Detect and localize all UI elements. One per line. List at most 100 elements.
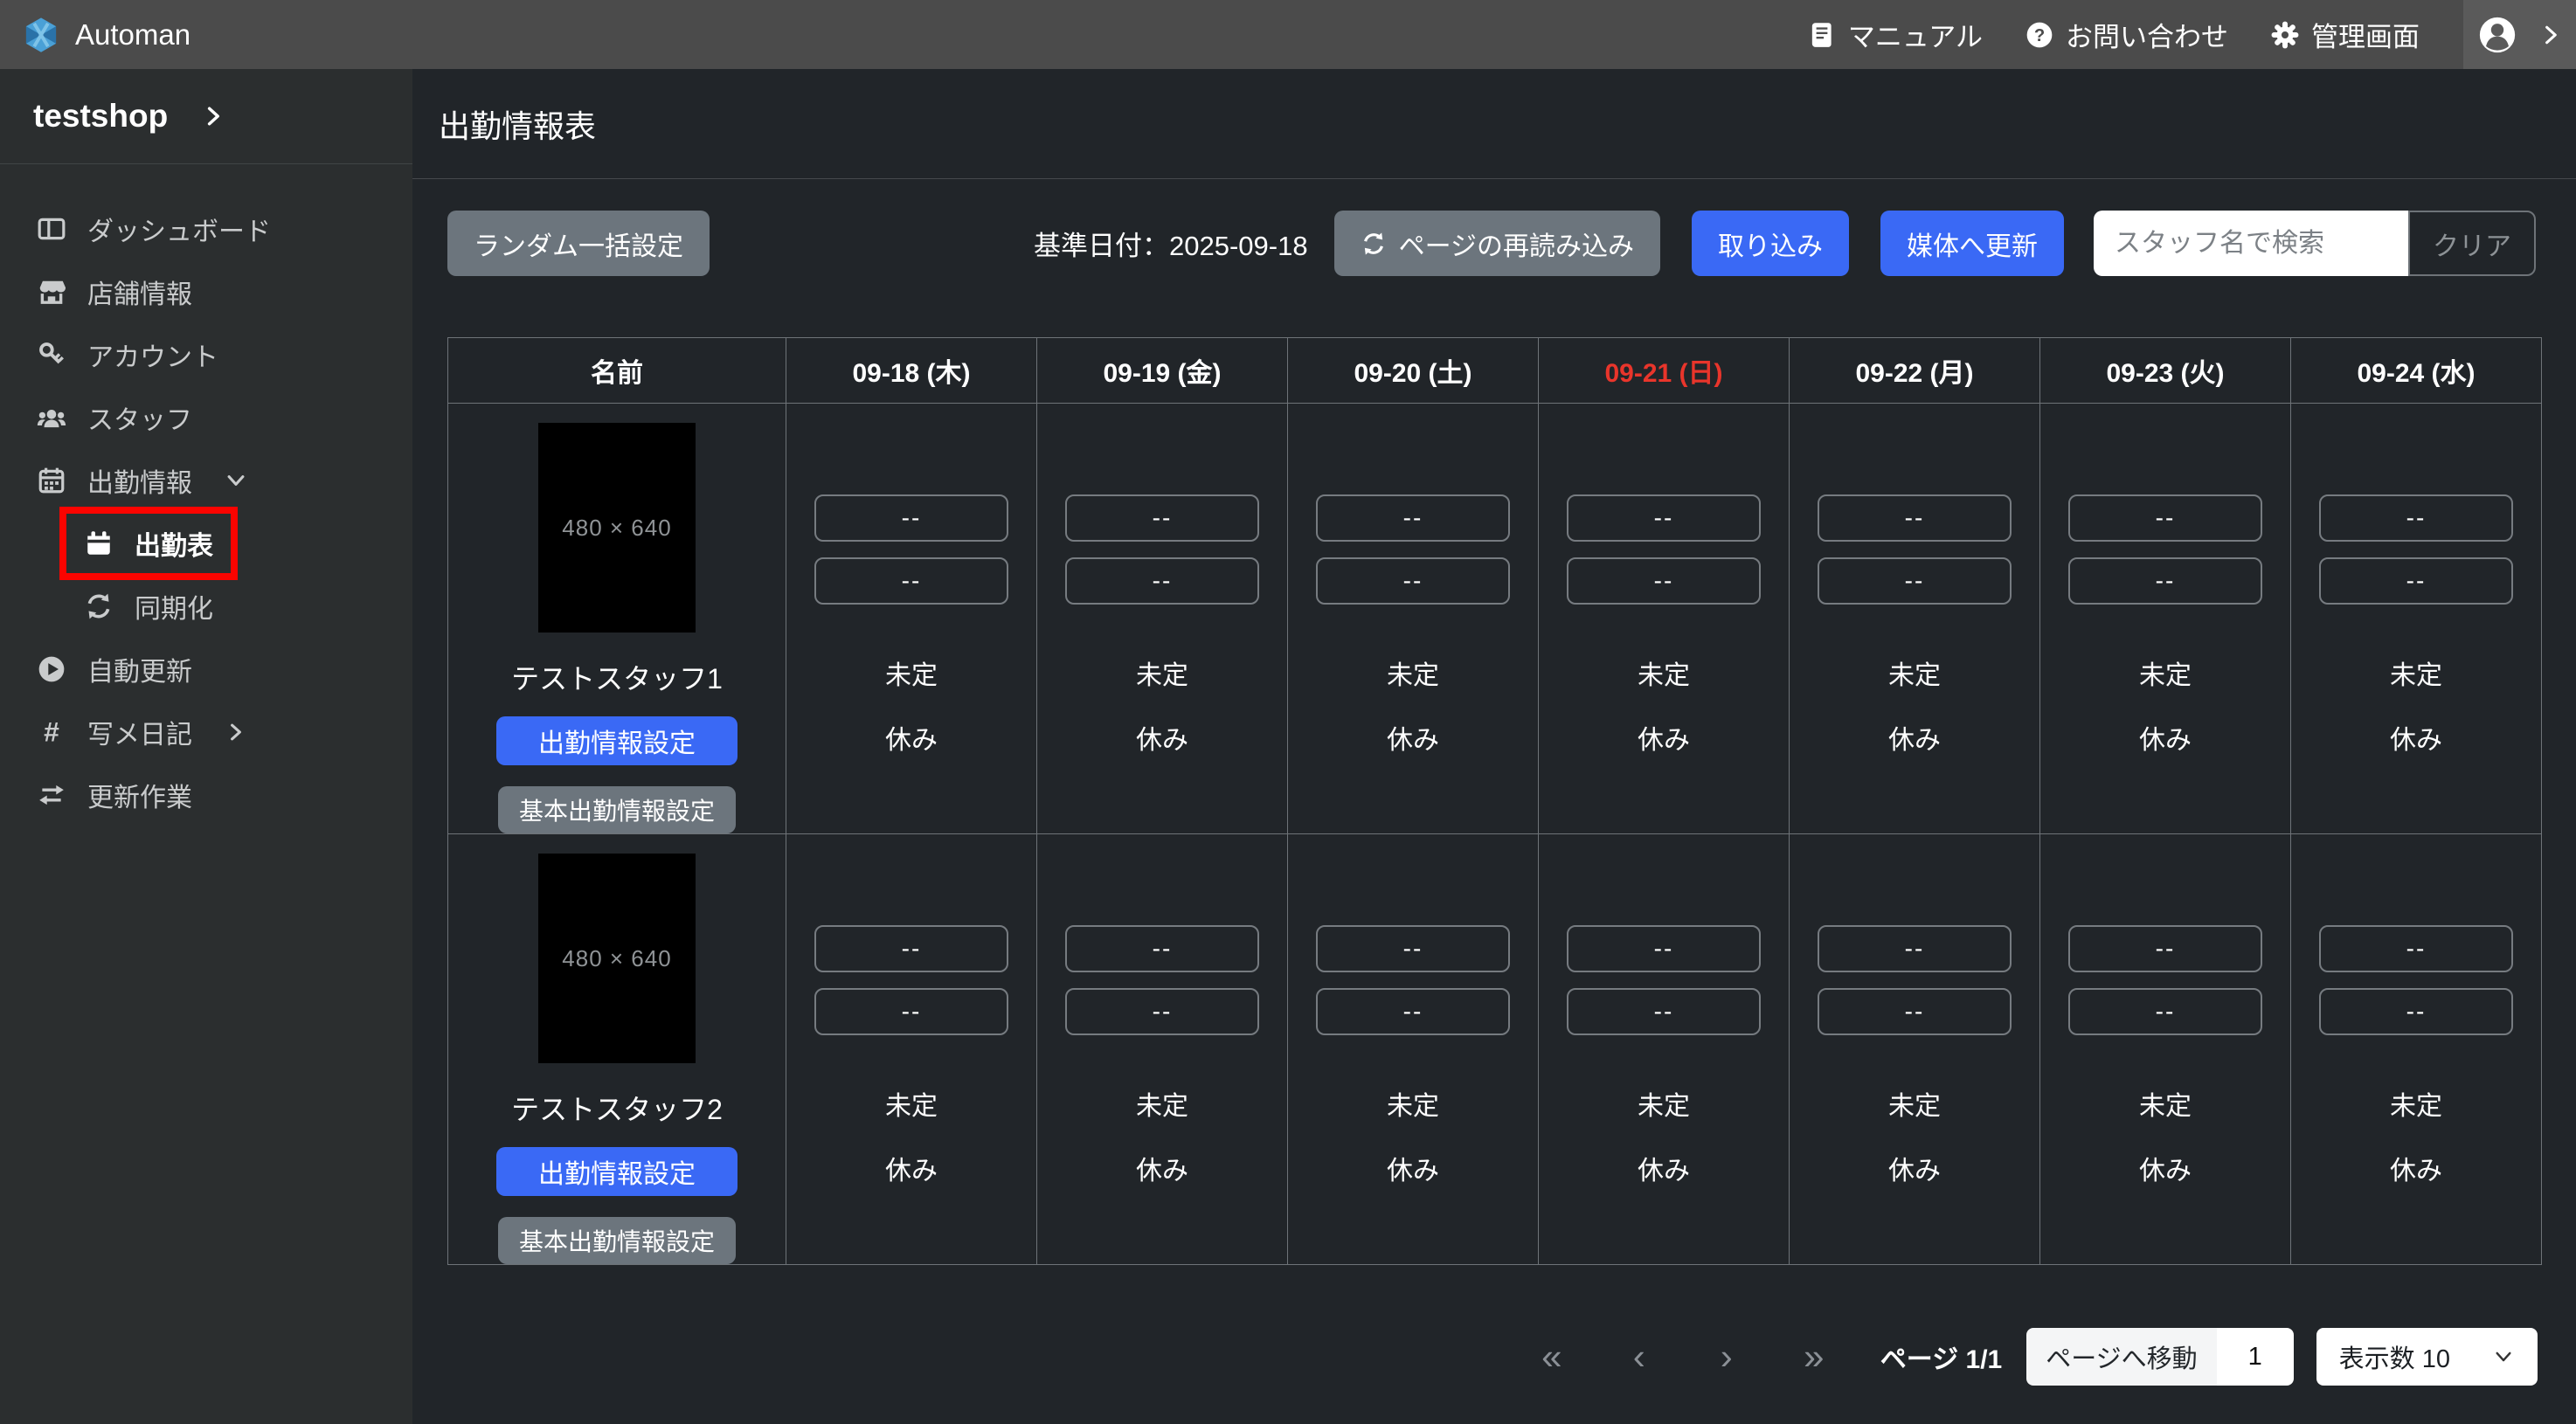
chevron-right-icon — [224, 720, 248, 744]
shift-start-select[interactable]: -- — [1065, 494, 1259, 542]
attendance-setting-button[interactable]: 出勤情報設定 — [496, 1147, 737, 1196]
shift-end-select[interactable]: -- — [1065, 988, 1259, 1035]
base-attendance-setting-button[interactable]: 基本出勤情報設定 — [498, 1217, 736, 1264]
sidebar-item-attendance-table[interactable]: 出勤表 — [0, 512, 412, 575]
next-page-button[interactable]: › — [1683, 1338, 1770, 1375]
exchange-icon — [37, 780, 66, 810]
sidebar-item-auto-update[interactable]: 自動更新 — [0, 638, 412, 701]
day-cell: -- -- 未定 休み — [786, 404, 1036, 833]
base-date-label: 基準日付：2025-09-18 — [1034, 224, 1308, 263]
users-icon — [37, 403, 66, 432]
status-dayoff-label: 休み — [1387, 718, 1439, 757]
shift-end-select[interactable]: -- — [1818, 988, 2012, 1035]
import-button[interactable]: 取り込み — [1692, 211, 1849, 276]
attendance-setting-button[interactable]: 出勤情報設定 — [496, 716, 737, 765]
day-cell: -- -- 未定 休み — [2040, 404, 2290, 833]
sidebar-item-dashboard[interactable]: ダッシュボード — [0, 197, 412, 260]
sidebar-item-shop-info[interactable]: 店舗情報 — [0, 260, 412, 323]
column-header-date-sunday: 09-21 (日) — [1539, 338, 1789, 403]
sidebar-item-sync[interactable]: 同期化 — [0, 575, 412, 638]
day-cell: -- -- 未定 休み — [1288, 834, 1538, 1264]
first-page-button[interactable]: « — [1508, 1338, 1596, 1375]
sidebar-item-update-work[interactable]: 更新作業 — [0, 764, 412, 826]
sidebar-item-staff[interactable]: スタッフ — [0, 386, 412, 449]
staff-cell: 480 × 640 テストスタッフ2 出勤情報設定 基本出勤情報設定 — [448, 834, 786, 1264]
shift-end-select[interactable]: -- — [2319, 557, 2513, 605]
shift-start-select[interactable]: -- — [1818, 494, 2012, 542]
shift-start-select[interactable]: -- — [1567, 494, 1761, 542]
sidebar-item-photo-diary[interactable]: # 写メ日記 — [0, 701, 412, 764]
shift-start-select[interactable]: -- — [814, 925, 1008, 972]
key-icon — [37, 340, 66, 370]
column-header-date: 09-23 (火) — [2040, 338, 2290, 403]
status-dayoff-label: 休み — [1136, 718, 1188, 757]
shop-selector[interactable]: testshop — [0, 69, 412, 164]
shift-start-select[interactable]: -- — [1316, 925, 1510, 972]
page-title: 出勤情報表 — [439, 101, 596, 147]
shift-start-select[interactable]: -- — [814, 494, 1008, 542]
shift-end-select[interactable]: -- — [2068, 988, 2262, 1035]
clear-search-button[interactable]: クリア — [2408, 211, 2536, 276]
day-cell: -- -- 未定 休み — [2291, 834, 2541, 1264]
random-batch-set-button[interactable]: ランダム一括設定 — [447, 211, 710, 276]
brand[interactable]: Automan — [0, 17, 190, 53]
column-header-date: 09-22 (月) — [1790, 338, 2039, 403]
shift-end-select[interactable]: -- — [1316, 557, 1510, 605]
chevron-right-icon[interactable] — [2538, 23, 2563, 47]
page-title-row: 出勤情報表 — [412, 69, 2576, 179]
person-circle-icon[interactable] — [2477, 15, 2517, 55]
shift-start-select[interactable]: -- — [1818, 925, 2012, 972]
shift-start-select[interactable]: -- — [2068, 494, 2262, 542]
prev-page-button[interactable]: ‹ — [1596, 1338, 1683, 1375]
shift-end-select[interactable]: -- — [1065, 557, 1259, 605]
gear-icon — [2270, 20, 2300, 50]
sidebar-item-account[interactable]: アカウント — [0, 323, 412, 386]
shift-end-select[interactable]: -- — [1567, 557, 1761, 605]
active-item-highlight: 出勤表 — [66, 514, 231, 573]
sidebar-item-attendance-info[interactable]: 出勤情報 — [0, 449, 412, 512]
status-undecided-label: 未定 — [885, 653, 938, 692]
page-indicator: ページ 1/1 — [1880, 1338, 2002, 1376]
shift-start-select[interactable]: -- — [2319, 925, 2513, 972]
page-size-select[interactable]: 表示数 10 — [2316, 1328, 2538, 1386]
shift-end-select[interactable]: -- — [814, 988, 1008, 1035]
update-media-button[interactable]: 媒体へ更新 — [1880, 211, 2064, 276]
shift-end-select[interactable]: -- — [814, 557, 1008, 605]
brand-name: Automan — [75, 18, 190, 52]
staff-search-input[interactable] — [2094, 211, 2408, 276]
shift-end-select[interactable]: -- — [1818, 557, 2012, 605]
topbar-link-manual[interactable]: マニュアル — [1807, 15, 1983, 54]
hash-icon: # — [37, 717, 66, 747]
shift-end-select[interactable]: -- — [1316, 988, 1510, 1035]
base-attendance-setting-button[interactable]: 基本出勤情報設定 — [498, 786, 736, 833]
topbar-link-label: マニュアル — [1848, 15, 1983, 54]
shift-start-select[interactable]: -- — [1316, 494, 1510, 542]
shift-start-select[interactable]: -- — [2319, 494, 2513, 542]
book-icon — [1807, 20, 1837, 50]
goto-page-group: ページへ移動 — [2026, 1328, 2293, 1386]
shift-start-select[interactable]: -- — [2068, 925, 2262, 972]
topbar-link-contact[interactable]: ? お問い合わせ — [2025, 15, 2228, 54]
last-page-button[interactable]: » — [1770, 1338, 1858, 1375]
shift-end-select[interactable]: -- — [1567, 988, 1761, 1035]
sidebar-item-label: 出勤情報 — [87, 461, 192, 500]
goto-page-input[interactable] — [2217, 1328, 2294, 1386]
staff-search: クリア — [2094, 211, 2536, 276]
sync-icon — [84, 591, 114, 621]
shift-end-select[interactable]: -- — [2319, 988, 2513, 1035]
status-undecided-label: 未定 — [1888, 653, 1941, 692]
shift-start-select[interactable]: -- — [1567, 925, 1761, 972]
shift-start-select[interactable]: -- — [1065, 925, 1259, 972]
page-reload-button[interactable]: ページの再読み込み — [1334, 211, 1660, 276]
status-undecided-label: 未定 — [2139, 1084, 2192, 1123]
photo-size-label: 480 × 640 — [562, 515, 671, 542]
staff-cell: 480 × 640 テストスタッフ1 出勤情報設定 基本出勤情報設定 — [448, 404, 786, 833]
topbar-link-admin[interactable]: 管理画面 — [2270, 15, 2420, 54]
status-dayoff-label: 休み — [1387, 1149, 1439, 1187]
shift-end-select[interactable]: -- — [2068, 557, 2262, 605]
status-dayoff-label: 休み — [1888, 718, 1941, 757]
refresh-icon — [1361, 231, 1387, 257]
topbar-links: マニュアル ? お問い合わせ 管理画面 — [1807, 15, 2463, 54]
sidebar-nav: ダッシュボード 店舗情報 アカウント — [0, 164, 412, 826]
sidebar-item-label: 出勤表 — [135, 524, 213, 563]
